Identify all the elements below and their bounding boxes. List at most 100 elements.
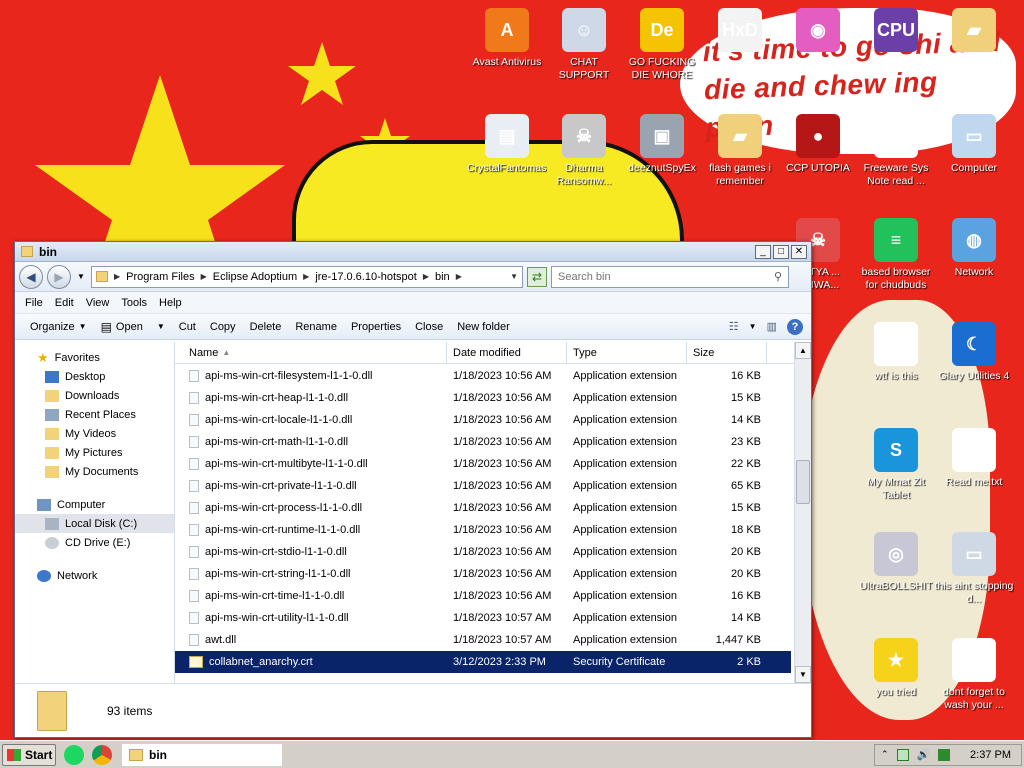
browser-chudbuds-shortcut[interactable]: ≡ based browser for chudbuds [856, 218, 936, 292]
search-input[interactable] [558, 270, 774, 283]
file-row[interactable]: api-ms-win-crt-stdio-l1-1-0.dll 1/18/2023… [175, 541, 791, 563]
file-row[interactable]: api-ms-win-crt-utility-l1-1-0.dll 1/18/20… [175, 607, 791, 629]
column-date-header[interactable]: Date modified [447, 342, 567, 363]
scroll-thumb[interactable] [796, 460, 810, 504]
file-row[interactable]: api-ms-win-crt-time-l1-1-0.dll 1/18/2023 … [175, 585, 791, 607]
colorful-app-shortcut[interactable]: ◉ [778, 8, 858, 56]
file-row[interactable]: api-ms-win-crt-locale-l1-1-0.dll 1/18/202… [175, 409, 791, 431]
ultrabollshit-shortcut[interactable]: ◎ UltraBOLLSHIT [856, 532, 936, 593]
file-row[interactable]: api-ms-win-crt-math-l1-1-0.dll 1/18/2023 … [175, 431, 791, 453]
view-options-icon[interactable]: ☷ [729, 320, 739, 333]
nav-network[interactable]: Network [15, 566, 174, 585]
file-row[interactable]: api-ms-win-crt-heap-l1-1-0.dll 1/18/2023 … [175, 387, 791, 409]
dont-forget-shortcut[interactable]: ▦ dont forget to wash your ... [934, 638, 1014, 712]
clock[interactable]: 2:37 PM [970, 749, 1011, 761]
vertical-scrollbar[interactable]: ▲ ▼ [794, 342, 811, 683]
preview-pane-icon[interactable]: ▥ [767, 320, 777, 333]
scroll-up-arrow-icon[interactable]: ▲ [795, 342, 811, 359]
recent-locations-dropdown[interactable]: ▼ [75, 267, 87, 287]
new-folder-button[interactable]: New folder [450, 321, 517, 333]
hxd-shortcut[interactable]: HxD [700, 8, 780, 56]
maximize-button[interactable]: □ [773, 244, 789, 259]
computer-shortcut[interactable]: ▭ Computer [934, 114, 1014, 175]
chevron-right-icon[interactable]: ▶ [456, 272, 462, 281]
wtf-is-this-shortcut[interactable]: ▦ wtf is this [856, 322, 936, 383]
nav-cd-drive[interactable]: CD Drive (E:) [15, 533, 174, 552]
dharma-ransomware-shortcut[interactable]: ☠ Dharma Ransomw... [544, 114, 624, 188]
help-icon[interactable]: ? [787, 318, 803, 335]
chevron-right-icon[interactable]: ▶ [303, 272, 309, 281]
nav-downloads[interactable]: Downloads [15, 386, 174, 405]
chevron-right-icon[interactable]: ▶ [201, 272, 207, 281]
file-row[interactable]: api-ms-win-crt-string-l1-1-0.dll 1/18/202… [175, 563, 791, 585]
avast-antivirus-shortcut[interactable]: A Avast Antivirus [467, 8, 547, 69]
chevron-down-icon[interactable]: ▼ [749, 322, 757, 331]
taskbar-explorer-button[interactable]: bin [122, 743, 282, 766]
chat-support-shortcut[interactable]: ☺ CHAT SUPPORT [544, 8, 624, 82]
forward-button[interactable]: ▶ [47, 264, 71, 289]
title-bar[interactable]: bin _ □ ✕ [15, 242, 811, 262]
delete-button[interactable]: Delete [243, 321, 289, 333]
spotify-icon[interactable] [64, 744, 84, 765]
minimize-button[interactable]: _ [755, 244, 771, 259]
nav-computer[interactable]: Computer [15, 495, 174, 514]
open-button[interactable]: ▤ Open ▼ [94, 320, 172, 334]
start-button[interactable]: Start [2, 743, 56, 766]
close-file-button[interactable]: Close [408, 321, 450, 333]
chrome-icon[interactable] [92, 744, 112, 765]
copy-button[interactable]: Copy [203, 321, 243, 333]
menu-view[interactable]: View [80, 297, 116, 309]
network-shortcut[interactable]: ◍ Network [934, 218, 1014, 279]
user-folder-shortcut[interactable]: ▰ [934, 8, 1014, 56]
refresh-button[interactable]: ⇄ [527, 266, 547, 287]
file-row[interactable]: awt.dll 1/18/2023 10:57 AM Application ext… [175, 629, 791, 651]
chevron-down-icon[interactable]: ▼ [157, 322, 165, 331]
breadcrumb-eclipse-adoptium[interactable]: Eclipse Adoptium [213, 271, 297, 283]
nav-recent-places[interactable]: Recent Places [15, 405, 174, 424]
file-row[interactable]: api-ms-win-crt-filesystem-l1-1-0.dll 1/18… [175, 365, 791, 387]
you-tried-shortcut[interactable]: ★ you tried [856, 638, 936, 699]
breadcrumb-bin[interactable]: bin [435, 271, 450, 283]
deeznut-spyex-shortcut[interactable]: ▣ deeznutSpyEx [622, 114, 702, 175]
my-mmat-zit-shortcut[interactable]: S My Mmat Zit Tablet [856, 428, 936, 502]
freeware-sys-note-shortcut[interactable]: ▯ Freeware Sys Note read ... [856, 114, 936, 188]
rename-button[interactable]: Rename [288, 321, 344, 333]
this-aint-stopping-shortcut[interactable]: ▭ this aint stopping d... [934, 532, 1014, 606]
read-me-shortcut[interactable]: ▯ Read me.txt [934, 428, 1014, 489]
nav-my-videos[interactable]: My Videos [15, 424, 174, 443]
search-icon[interactable]: ⚲ [774, 270, 782, 283]
menu-help[interactable]: Help [153, 297, 188, 309]
nav-my-pictures[interactable]: My Pictures [15, 443, 174, 462]
nav-favorites[interactable]: ★ Favorites [15, 348, 174, 367]
network-status-icon[interactable] [896, 748, 909, 761]
file-row[interactable]: api-ms-win-crt-runtime-l1-1-0.dll 1/18/20… [175, 519, 791, 541]
nav-local-disk[interactable]: Local Disk (C:) [15, 514, 174, 533]
file-row[interactable]: api-ms-win-crt-multibyte-l1-1-0.dll 1/18/… [175, 453, 791, 475]
column-size-header[interactable]: Size [687, 342, 767, 363]
chevron-right-icon[interactable]: ▶ [423, 272, 429, 281]
scroll-down-arrow-icon[interactable]: ▼ [795, 666, 811, 683]
breadcrumb-program-files[interactable]: Program Files [126, 271, 194, 283]
glary-utilities-shortcut[interactable]: ☾ Glary Utilities 4 [934, 322, 1014, 383]
crystal-fantomas-shortcut[interactable]: ▤ CrystalFantomasR... [467, 114, 547, 175]
cpu-z-shortcut[interactable]: CPU [856, 8, 936, 56]
back-button[interactable]: ◀ [19, 264, 43, 289]
go-fucking-die-whore-shortcut[interactable]: De GO FUCKING DIE WHORE [622, 8, 702, 82]
file-row[interactable]: collabnet_anarchy.crt 3/12/2023 2:33 PM Se… [175, 651, 791, 673]
nav-desktop[interactable]: Desktop [15, 367, 174, 386]
menu-tools[interactable]: Tools [115, 297, 153, 309]
close-button[interactable]: ✕ [791, 244, 807, 259]
address-bar[interactable]: ▶ Program Files ▶ Eclipse Adoptium ▶ jre… [91, 265, 523, 288]
column-name-header[interactable]: Name ▲ [175, 342, 447, 363]
flash-games-shortcut[interactable]: ▰ flash games i remember [700, 114, 780, 188]
chevron-up-icon[interactable]: ⌃ [881, 749, 889, 760]
volume-icon[interactable]: 🔊 [917, 748, 931, 761]
file-row[interactable]: api-ms-win-crt-private-l1-1-0.dll 1/18/20… [175, 475, 791, 497]
breadcrumb-jre[interactable]: jre-17.0.6.10-hotspot [315, 271, 417, 283]
search-box[interactable]: ⚲ [551, 265, 789, 288]
menu-file[interactable]: File [19, 297, 49, 309]
ccp-utopia-shortcut[interactable]: ● CCP UTOPIA [778, 114, 858, 175]
column-type-header[interactable]: Type [567, 342, 687, 363]
properties-button[interactable]: Properties [344, 321, 408, 333]
menu-edit[interactable]: Edit [49, 297, 80, 309]
